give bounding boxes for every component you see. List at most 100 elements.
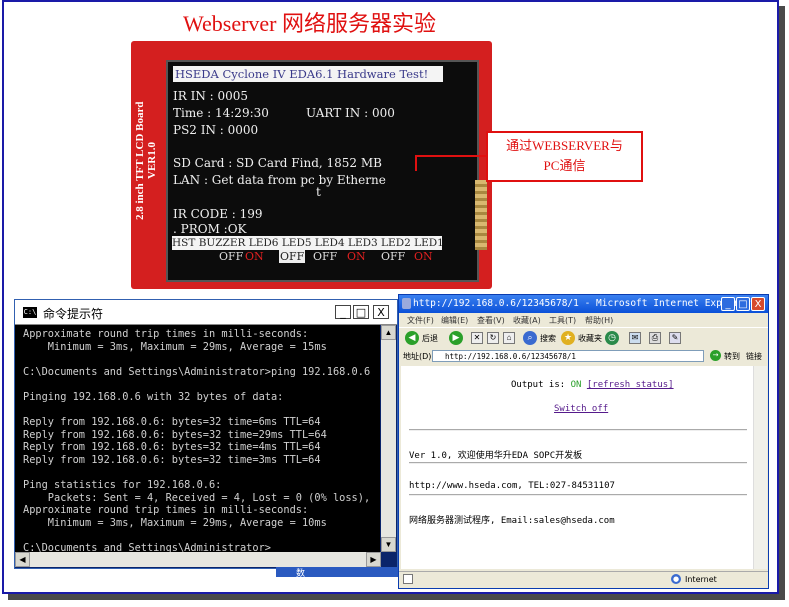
contact-text: http://www.hseda.com, TEL:027-84531107 [409, 481, 615, 491]
callout-line-1: 通过WEBSERVER与 [506, 138, 623, 153]
lcd-lan-wrap: t [316, 185, 321, 199]
board-side-label-1: 2.8 inch TFT LCD Board [134, 101, 146, 221]
page-title: Webserver 网络服务器实验 [183, 11, 437, 36]
callout-box: 通过WEBSERVER与 PC通信 [486, 131, 643, 182]
cmd-output-line: C:\Documents and Settings\Administrator> [23, 542, 271, 552]
internet-explorer-window: http://192.168.0.6/12345678/1 - Microsof… [398, 294, 769, 589]
lcd-ir-in: IR IN : 0005 [173, 89, 249, 103]
refresh-icon[interactable]: ↻ [487, 332, 499, 344]
cmd-window-title: 命令提示符 [43, 307, 104, 321]
callout-connector-tick [415, 155, 417, 171]
callout-line-2: PC通信 [543, 158, 586, 173]
go-button[interactable]: 转到 [724, 351, 740, 362]
ie-address-bar: 地址(D) http://192.168.0.6/12345678/1 → 转到… [399, 348, 768, 365]
divider-2 [409, 462, 747, 464]
mail-icon[interactable]: ✉ [629, 332, 641, 344]
ie-close-button[interactable]: X [751, 297, 765, 311]
lcd-header: HSEDA Cyclone IV EDA6.1 Hardware Test! [173, 66, 443, 82]
cmd-close-button[interactable]: X [373, 305, 389, 319]
menu-tools[interactable]: 工具(T) [549, 315, 576, 326]
forward-arrow-icon[interactable]: ▶ [449, 331, 463, 345]
cmd-output-line: Approximate round trip times in milli-se… [23, 504, 309, 517]
stop-icon[interactable]: ✕ [471, 332, 483, 344]
back-button-label[interactable]: 后退 [422, 333, 438, 344]
ie-maximize-button[interactable]: □ [736, 297, 750, 311]
go-arrow-icon[interactable]: → [710, 350, 721, 361]
ie-page-content: Output is: ON [refresh status] Switch of… [401, 366, 753, 569]
lcd-status-buzzer: ON [245, 250, 264, 263]
board-pin-header [475, 180, 487, 250]
cmd-maximize-button[interactable]: □ [353, 305, 369, 319]
internet-zone-icon: ● [671, 574, 681, 584]
cmd-output-line: Minimum = 3ms, Maximum = 29ms, Average =… [23, 517, 327, 529]
menu-help[interactable]: 帮助(H) [585, 315, 613, 326]
refresh-status-link[interactable]: [refresh status] [587, 380, 674, 390]
cmd-output-line: Packets: Sent = 4, Received = 4, Lost = … [23, 491, 371, 504]
cmd-scroll-down-button[interactable]: ▼ [381, 537, 396, 552]
cmd-output-line: Pinging 192.168.0.6 with 32 bytes of dat… [23, 391, 284, 403]
description-text: 网络服务器测试程序, Email:sales@hseda.com [409, 516, 615, 526]
home-icon[interactable]: ⌂ [503, 332, 515, 344]
menu-file[interactable]: 文件(F) [407, 315, 434, 326]
lcd-status-led4: ON [347, 250, 366, 263]
zone-label: Internet [685, 575, 717, 584]
ie-menu-bar: 文件(F) 编辑(E) 查看(V) 收藏(A) 工具(T) 帮助(H) [399, 313, 768, 327]
cmd-output-line: Reply from 192.168.0.6: bytes=32 time=29… [23, 428, 327, 441]
lcd-led-header: HST BUZZER LED6 LED5 LED4 LED3 LED2 LED1 [172, 236, 442, 250]
menu-view[interactable]: 查看(V) [477, 315, 505, 326]
print-icon[interactable]: ⎙ [649, 332, 661, 344]
page-done-icon [403, 574, 413, 584]
cmd-scroll-up-button[interactable]: ▲ [381, 325, 396, 340]
lcd-status-led5: OFF [313, 250, 338, 263]
callout-connector [415, 155, 487, 157]
lcd-uart-in: UART IN : 000 [306, 106, 395, 120]
cmd-output-line: Ping statistics for 192.168.0.6: [23, 479, 222, 492]
cmd-minimize-button[interactable]: _ [335, 305, 351, 319]
switch-off-link[interactable]: Switch off [554, 404, 608, 414]
cmd-scroll-right-button[interactable]: ▶ [366, 552, 381, 567]
menu-favorites[interactable]: 收藏(A) [513, 315, 541, 326]
divider-1 [409, 429, 747, 431]
address-input[interactable]: http://192.168.0.6/12345678/1 [432, 350, 704, 362]
edit-page-icon[interactable]: ✎ [669, 332, 681, 344]
lcd-status-led2: ON [414, 250, 433, 263]
board-side-label-2: VER1.0 [146, 142, 158, 180]
cmd-output-line: Reply from 192.168.0.6: bytes=32 time=6m… [23, 416, 321, 429]
lcd-time: Time : 14:29:30 [173, 106, 269, 120]
cmd-console-output[interactable]: Approximate round trip times in milli-se… [15, 325, 380, 552]
lcd-status-led3: OFF [381, 250, 406, 263]
favorites-star-icon[interactable]: ★ [561, 331, 575, 345]
cmd-output-line: Minimum = 3ms, Maximum = 29ms, Average =… [23, 340, 327, 353]
lcd-status-hst: OFF [219, 250, 244, 263]
search-button-label[interactable]: 搜索 [540, 333, 556, 344]
cmd-vertical-scrollbar[interactable]: ▲ ▼ [381, 325, 396, 552]
cmd-output-line: Reply from 192.168.0.6: bytes=32 time=3m… [23, 454, 321, 466]
cmd-titlebar[interactable]: C:\ 命令提示符 _ □ X [15, 300, 397, 325]
ie-status-bar: ● Internet [399, 571, 768, 588]
lcd-status-led6: OFF [279, 250, 306, 263]
address-label: 地址(D) [403, 352, 432, 361]
back-arrow-icon[interactable]: ◀ [405, 331, 419, 345]
ie-minimize-button[interactable]: _ [721, 297, 735, 311]
search-icon[interactable]: ⌕ [523, 331, 537, 345]
taskbar-item-label: 数 [296, 568, 306, 578]
lcd-lan: LAN : Get data from pc by Etherne [173, 173, 386, 187]
ie-toolbar: ◀ 后退 ▶ ✕ ↻ ⌂ ⌕ 搜索 ★ 收藏夹 ◷ ✉ ⎙ ✎ [399, 327, 768, 349]
output-value: ON [570, 380, 582, 390]
history-icon[interactable]: ◷ [605, 331, 619, 345]
taskbar-item[interactable]: 数 [276, 567, 398, 578]
menu-edit[interactable]: 编辑(E) [441, 315, 468, 326]
lcd-sd-card: SD Card : SD Card Find, 1852 MB [173, 156, 382, 170]
favorites-button-label[interactable]: 收藏夹 [578, 333, 602, 344]
ie-vertical-scrollbar[interactable] [753, 366, 767, 569]
board-side-label: 2.8 inch TFT LCD Board VER1.0 [134, 86, 158, 236]
cmd-output-line: Approximate round trip times in milli-se… [23, 328, 309, 340]
lcd-ir-code: IR CODE : 199 [173, 207, 263, 221]
ie-titlebar[interactable]: http://192.168.0.6/12345678/1 - Microsof… [399, 295, 768, 313]
cmd-app-icon: C:\ [23, 307, 37, 318]
command-prompt-window: C:\ 命令提示符 _ □ X Approximate round trip t… [14, 299, 398, 569]
cmd-scroll-left-button[interactable]: ◀ [15, 552, 30, 567]
cmd-horizontal-scrollbar[interactable]: ◀ ▶ [15, 552, 381, 567]
links-button[interactable]: 链接 [746, 351, 762, 362]
lcd-prom: . PROM :OK [173, 222, 247, 236]
